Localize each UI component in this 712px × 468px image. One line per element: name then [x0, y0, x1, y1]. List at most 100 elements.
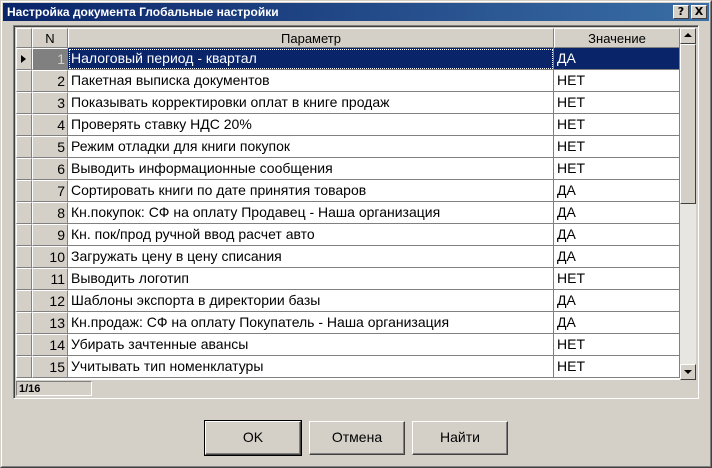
header-indicator: [16, 28, 32, 48]
parameter-cell[interactable]: Убирать зачтенные авансы: [68, 334, 554, 356]
window-title: Настройка документа Глобальные настройки: [7, 5, 279, 19]
value-cell[interactable]: НЕТ: [554, 334, 680, 356]
table-row[interactable]: 10 Загружать цену в цену списания ДА: [16, 246, 680, 268]
value-cell[interactable]: ДА: [554, 224, 680, 246]
row-number: 12: [32, 290, 68, 312]
value-cell[interactable]: НЕТ: [554, 114, 680, 136]
table-row[interactable]: 1 Налоговый период - квартал ДА: [16, 48, 680, 70]
row-number: 15: [32, 356, 68, 378]
column-header-value[interactable]: Значение: [554, 28, 680, 48]
parameter-cell[interactable]: Загружать цену в цену списания: [68, 246, 554, 268]
scroll-up-button[interactable]: [680, 28, 696, 44]
value-cell[interactable]: ДА: [554, 246, 680, 268]
value-cell[interactable]: НЕТ: [554, 92, 680, 114]
table-row[interactable]: 14 Убирать зачтенные авансы НЕТ: [16, 334, 680, 356]
row-indicator[interactable]: [16, 92, 32, 114]
parameter-cell[interactable]: Пакетная выписка документов: [68, 70, 554, 92]
arrow-down-icon: [684, 370, 692, 374]
value-cell[interactable]: НЕТ: [554, 268, 680, 290]
settings-grid-frame: N Параметр Значение 1 Налоговый период - …: [13, 25, 699, 399]
current-row-arrow-icon: [21, 55, 26, 63]
parameter-cell[interactable]: Выводить информационные сообщения: [68, 158, 554, 180]
parameter-cell[interactable]: Выводить логотип: [68, 268, 554, 290]
settings-dialog: Настройка документа Глобальные настройки…: [0, 0, 712, 468]
table-row[interactable]: 11 Выводить логотип НЕТ: [16, 268, 680, 290]
ok-button[interactable]: OK: [204, 420, 302, 456]
parameter-cell[interactable]: Налоговый период - квартал: [68, 48, 554, 70]
row-indicator[interactable]: [16, 70, 32, 92]
record-counter: 1/16: [16, 381, 92, 396]
vertical-scrollbar[interactable]: [680, 28, 696, 380]
parameter-cell[interactable]: Показывать корректировки оплат в книге п…: [68, 92, 554, 114]
column-header-parameter[interactable]: Параметр: [68, 28, 554, 48]
parameter-cell[interactable]: Кн. пок/прод ручной ввод расчет авто: [68, 224, 554, 246]
help-icon: ?: [677, 5, 685, 18]
arrow-up-icon: [684, 33, 692, 37]
row-number: 5: [32, 136, 68, 158]
value-cell[interactable]: НЕТ: [554, 356, 680, 378]
parameter-cell[interactable]: Кн.покупок: СФ на оплату Продавец - Наша…: [68, 202, 554, 224]
row-indicator[interactable]: [16, 290, 32, 312]
parameter-cell[interactable]: Учитывать тип номенклатуры: [68, 356, 554, 378]
row-indicator[interactable]: [16, 158, 32, 180]
help-button[interactable]: ?: [673, 5, 689, 19]
row-indicator[interactable]: [16, 334, 32, 356]
value-cell[interactable]: ДА: [554, 312, 680, 334]
table-row[interactable]: 15 Учитывать тип номенклатуры НЕТ: [16, 356, 680, 378]
title-bar[interactable]: Настройка документа Глобальные настройки…: [3, 3, 709, 21]
table-row[interactable]: 5 Режим отладки для книги покупок НЕТ: [16, 136, 680, 158]
find-button[interactable]: Найти: [412, 421, 508, 455]
row-indicator[interactable]: [16, 224, 32, 246]
parameter-cell[interactable]: Режим отладки для книги покупок: [68, 136, 554, 158]
close-icon: X: [694, 5, 704, 18]
scroll-down-button[interactable]: [680, 364, 696, 380]
scroll-thumb[interactable]: [680, 44, 696, 204]
row-number: 8: [32, 202, 68, 224]
value-cell[interactable]: ДА: [554, 202, 680, 224]
row-number: 10: [32, 246, 68, 268]
value-cell[interactable]: НЕТ: [554, 136, 680, 158]
cancel-button[interactable]: Отмена: [309, 421, 405, 455]
row-number: 7: [32, 180, 68, 202]
table-row[interactable]: 9 Кн. пок/прод ручной ввод расчет авто ДА: [16, 224, 680, 246]
table-row[interactable]: 4 Проверять ставку НДС 20% НЕТ: [16, 114, 680, 136]
table-row[interactable]: 8 Кн.покупок: СФ на оплату Продавец - Наш…: [16, 202, 680, 224]
row-indicator[interactable]: [16, 48, 32, 70]
value-cell[interactable]: ДА: [554, 48, 680, 70]
value-cell[interactable]: ДА: [554, 180, 680, 202]
row-number: 11: [32, 268, 68, 290]
row-indicator[interactable]: [16, 114, 32, 136]
table-row[interactable]: 3 Показывать корректировки оплат в книге …: [16, 92, 680, 114]
row-number: 1: [32, 48, 68, 70]
row-number: 14: [32, 334, 68, 356]
row-indicator[interactable]: [16, 136, 32, 158]
row-number: 2: [32, 70, 68, 92]
grid-rows: 1 Налоговый период - квартал ДА 2 Пакетная в…: [16, 48, 680, 380]
row-indicator[interactable]: [16, 268, 32, 290]
grid-status-bar: 1/16: [16, 381, 696, 396]
row-number: 9: [32, 224, 68, 246]
parameter-cell[interactable]: Кн.продаж: СФ на оплату Покупатель - Наш…: [68, 312, 554, 334]
row-indicator[interactable]: [16, 246, 32, 268]
row-indicator[interactable]: [16, 180, 32, 202]
parameter-cell[interactable]: Шаблоны экспорта в директории базы: [68, 290, 554, 312]
value-cell[interactable]: НЕТ: [554, 158, 680, 180]
table-row[interactable]: 12 Шаблоны экспорта в директории базы ДА: [16, 290, 680, 312]
grid-header: N Параметр Значение: [16, 28, 680, 48]
table-row[interactable]: 6 Выводить информационные сообщения НЕТ: [16, 158, 680, 180]
row-indicator[interactable]: [16, 202, 32, 224]
parameter-cell[interactable]: Проверять ставку НДС 20%: [68, 114, 554, 136]
value-cell[interactable]: НЕТ: [554, 70, 680, 92]
parameter-cell[interactable]: Сортировать книги по дате принятия товар…: [68, 180, 554, 202]
value-cell[interactable]: ДА: [554, 290, 680, 312]
row-indicator[interactable]: [16, 312, 32, 334]
table-row[interactable]: 13 Кн.продаж: СФ на оплату Покупатель - Н…: [16, 312, 680, 334]
column-header-n[interactable]: N: [32, 28, 68, 48]
row-number: 4: [32, 114, 68, 136]
table-row[interactable]: 2 Пакетная выписка документов НЕТ: [16, 70, 680, 92]
row-number: 13: [32, 312, 68, 334]
close-button[interactable]: X: [691, 5, 707, 19]
table-row[interactable]: 7 Сортировать книги по дате принятия това…: [16, 180, 680, 202]
row-indicator[interactable]: [16, 356, 32, 378]
settings-grid[interactable]: N Параметр Значение 1 Налоговый период - …: [16, 28, 680, 380]
